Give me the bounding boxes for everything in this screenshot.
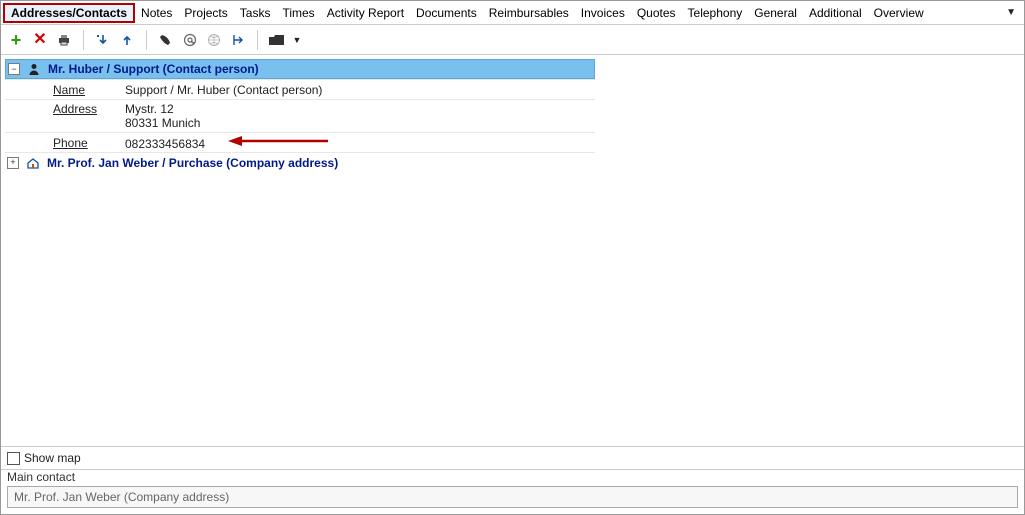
x-icon: ✕: [33, 32, 46, 48]
tab-tasks[interactable]: Tasks: [234, 3, 277, 23]
email-button[interactable]: [181, 31, 199, 49]
tab-invoices[interactable]: Invoices: [575, 3, 631, 23]
main-contact-label: Main contact: [7, 470, 75, 484]
tab-times[interactable]: Times: [276, 3, 320, 23]
globe-icon: [207, 33, 221, 47]
tab-overview[interactable]: Overview: [868, 3, 930, 23]
print-button[interactable]: [55, 31, 73, 49]
phone-icon: [159, 33, 173, 47]
phone-number: 082333456834: [125, 137, 205, 151]
address-label[interactable]: Address: [5, 102, 125, 116]
contact-row-header[interactable]: − Mr. Huber / Support (Contact person): [5, 59, 595, 79]
tab-addresses-contacts[interactable]: Addresses/Contacts: [3, 3, 135, 23]
arrow-up-icon: [120, 33, 134, 47]
contact-row-header[interactable]: + Mr. Prof. Jan Weber / Purchase (Compan…: [5, 152, 595, 172]
contact-details: Name Support / Mr. Huber (Contact person…: [5, 79, 595, 152]
tabs-overflow-caret-icon[interactable]: ▼: [998, 7, 1024, 18]
tab-documents[interactable]: Documents: [410, 3, 483, 23]
arrow-down-icon: [96, 33, 110, 47]
collapse-toggle[interactable]: −: [8, 63, 20, 75]
tab-reimbursables[interactable]: Reimbursables: [483, 3, 575, 23]
house-icon: [25, 156, 41, 170]
show-map-checkbox[interactable]: [7, 452, 20, 465]
contact-title: Mr. Huber / Support (Contact person): [48, 62, 259, 76]
expand-toggle[interactable]: +: [7, 157, 19, 169]
address-value: Mystr. 12 80331 Munich: [125, 102, 595, 130]
tab-activity-report[interactable]: Activity Report: [321, 3, 410, 23]
contacts-list: − Mr. Huber / Support (Contact person) N…: [1, 55, 1024, 172]
detail-row-name: Name Support / Mr. Huber (Contact person…: [5, 79, 595, 99]
tab-projects[interactable]: Projects: [178, 3, 233, 23]
tab-bar: Addresses/Contacts Notes Projects Tasks …: [1, 1, 1024, 25]
folder-button[interactable]: [268, 31, 286, 49]
show-map-row: Show map: [1, 447, 1024, 470]
plus-icon: +: [11, 31, 22, 49]
contact-title: Mr. Prof. Jan Weber / Purchase (Company …: [47, 156, 338, 170]
annotation-arrow-icon: [228, 134, 328, 148]
address-line1: Mystr. 12: [125, 102, 174, 116]
main-contact-field[interactable]: [7, 486, 1018, 508]
sort-up-button[interactable]: [118, 31, 136, 49]
phone-value: 082333456834: [125, 134, 595, 151]
show-map-label[interactable]: Show map: [24, 451, 81, 465]
person-icon: [26, 62, 42, 76]
folder-icon: [268, 33, 286, 47]
toolbar: + ✕ ▼: [1, 25, 1024, 55]
tab-notes[interactable]: Notes: [135, 3, 178, 23]
detail-row-address: Address Mystr. 12 80331 Munich: [5, 99, 595, 132]
tab-general[interactable]: General: [748, 3, 803, 23]
sort-down-button[interactable]: [94, 31, 112, 49]
phone-label[interactable]: Phone: [5, 136, 125, 150]
tab-telephony[interactable]: Telephony: [682, 3, 749, 23]
address-line2: 80331 Munich: [125, 116, 200, 130]
tab-additional[interactable]: Additional: [803, 3, 868, 23]
detail-row-phone: Phone 082333456834: [5, 132, 595, 152]
tab-quotes[interactable]: Quotes: [631, 3, 682, 23]
at-icon: [183, 33, 197, 47]
name-label[interactable]: Name: [5, 83, 125, 97]
delete-button[interactable]: ✕: [31, 31, 49, 49]
add-button[interactable]: +: [7, 31, 25, 49]
content-area: − Mr. Huber / Support (Contact person) N…: [1, 55, 1024, 514]
move-button[interactable]: [229, 31, 247, 49]
transfer-icon: [231, 33, 245, 47]
call-button[interactable]: [157, 31, 175, 49]
name-value: Support / Mr. Huber (Contact person): [125, 83, 595, 97]
main-contact-section: Main contact: [1, 470, 1024, 514]
folder-dropdown-caret-icon[interactable]: ▼: [292, 31, 302, 49]
web-button[interactable]: [205, 31, 223, 49]
printer-icon: [56, 32, 72, 48]
